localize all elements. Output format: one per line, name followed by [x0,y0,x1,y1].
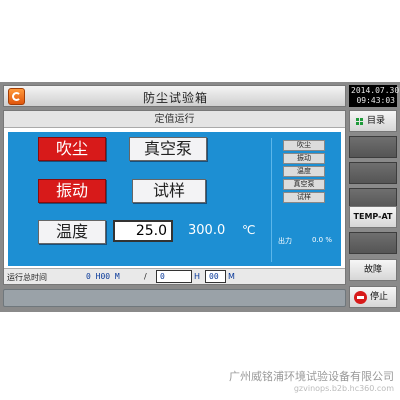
control-area: 吹尘 真空泵 振动 试样 温度 25.0 300.0 ℃ 吹尘 振动 温度 真空… [8,132,341,266]
side-button-blank-2[interactable] [349,162,397,184]
runtime-bar: 运行总时间 0 H00 M / 0 H 00 M [4,268,345,284]
side-button-blank-4[interactable] [349,232,397,254]
clock-date: 2014.07.30 [351,86,400,95]
temperature-button[interactable]: 温度 [38,220,106,244]
status-panel: 吹尘 振动 温度 真空泵 试样 出力 0.0 % [271,138,336,262]
page-title: 定值运行 [4,111,345,128]
site-url: gzvinops.b2b.hc360.com [293,384,394,393]
title-bar: 防尘试验箱 [3,85,346,107]
clock-time: 09:43:03 [356,96,395,105]
main-panel: 定值运行 吹尘 真空泵 振动 试样 温度 25.0 300.0 ℃ 吹尘 振动 … [3,110,346,285]
temperature-unit: ℃ [242,223,256,237]
output-value: 0.0 % [312,236,333,244]
runtime-separator: / [144,272,147,281]
status-temperature: 温度 [283,166,325,177]
temperature-current-value: 300.0 [188,223,226,238]
status-vacuum-pump: 真空泵 [283,179,325,190]
menu-button-label: 目录 [367,116,386,126]
company-name: 广州威铭浦环境试验设备有限公司 [229,370,394,383]
status-sample: 试样 [283,192,325,203]
hmi-screen: 防尘试验箱 2014.07.30 09:43:03 定值运行 吹尘 真空泵 振动… [0,82,400,312]
clock-display: 2014.07.30 09:43:03 [349,85,400,107]
temperature-setpoint-input[interactable]: 25.0 [113,220,173,242]
temp-at-button[interactable]: TEMP-AT [349,206,397,228]
stop-button[interactable]: 停止 [349,286,397,308]
runtime-hours-unit: H [194,272,201,281]
runtime-minutes-input[interactable]: 00 [205,270,226,283]
runtime-total: 0 H00 M [86,272,120,281]
stop-button-label: 停止 [370,292,389,302]
runtime-label: 运行总时间 [7,273,47,282]
sample-button[interactable]: 试样 [132,179,206,203]
status-dust: 吹尘 [283,140,325,151]
grid-icon [356,118,364,126]
side-button-blank-1[interactable] [349,136,397,158]
output-label: 出力 [278,237,292,245]
runtime-minutes-unit: M [228,272,235,281]
vibration-button[interactable]: 振动 [38,179,106,203]
window-title: 防尘试验箱 [142,91,208,105]
message-bar [3,289,346,307]
vacuum-pump-button[interactable]: 真空泵 [129,137,207,161]
status-vibration: 振动 [283,153,325,164]
stop-icon [354,291,367,304]
dust-button[interactable]: 吹尘 [38,137,106,161]
watermark: 广州威铭浦环境试验设备有限公司 gzvinops.b2b.hc360.com [229,371,394,395]
runtime-hours-input[interactable]: 0 [156,270,192,283]
menu-button[interactable]: 目录 [349,110,397,132]
fault-button[interactable]: 故障 [349,259,397,281]
